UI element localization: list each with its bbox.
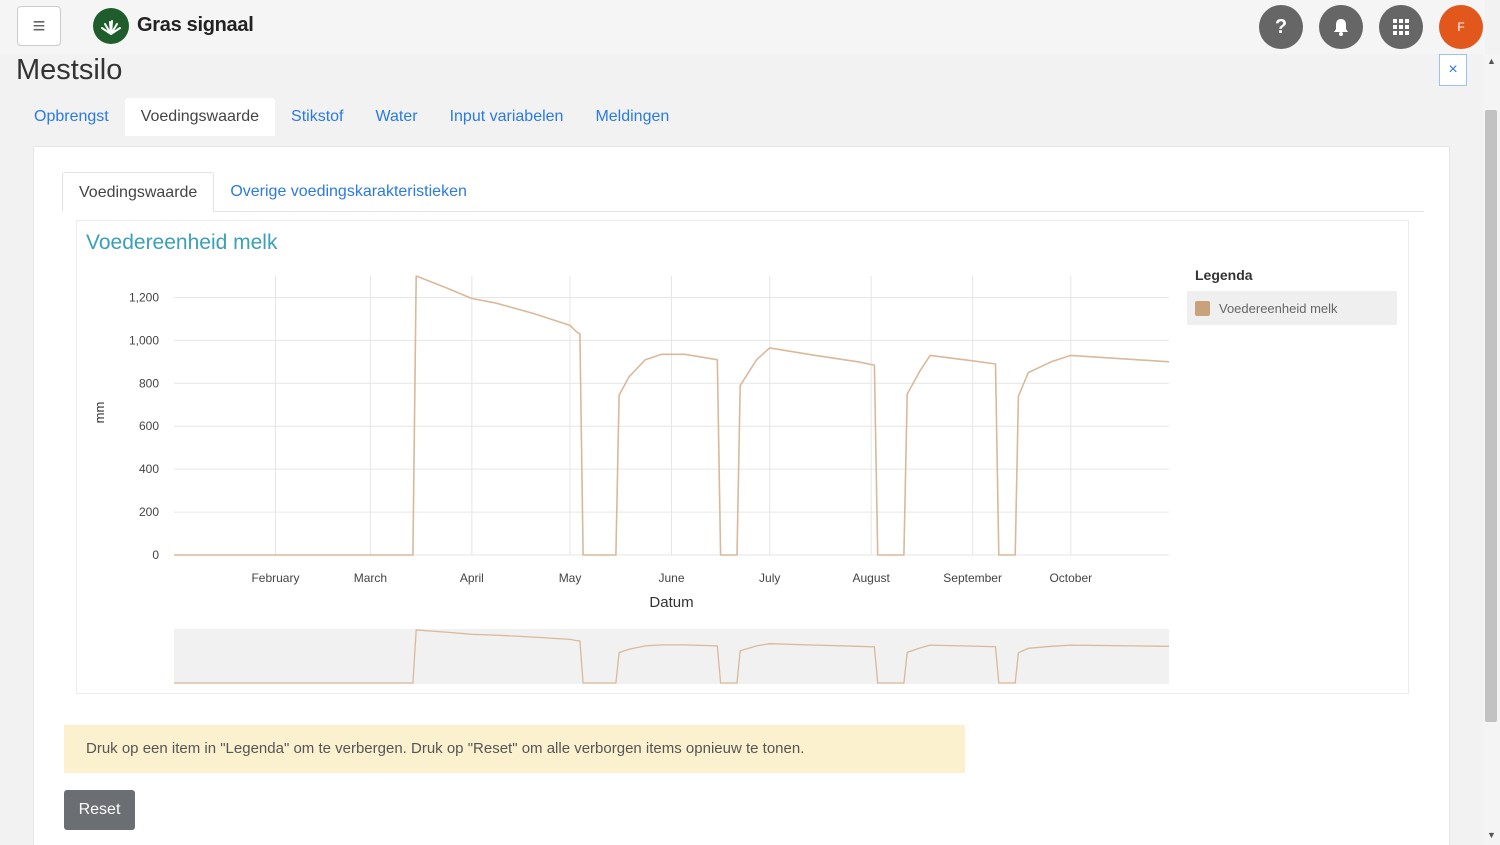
tab-water[interactable]: Water — [360, 98, 434, 136]
grid-icon — [1393, 19, 1409, 35]
tab-meldingen[interactable]: Meldingen — [579, 98, 685, 136]
y-tick-label: 800 — [139, 376, 159, 390]
legend-item-label: Voedereenheid melk — [1219, 300, 1338, 316]
y-axis-label: mm — [92, 402, 107, 424]
x-tick-label: June — [658, 571, 684, 585]
avatar-initial: F — [1457, 20, 1465, 34]
y-tick-label: 0 — [152, 548, 159, 562]
help-button[interactable]: ? — [1259, 5, 1303, 49]
apps-button[interactable] — [1379, 5, 1423, 49]
line-chart[interactable]: 0 200 400 600 800 1,000 1,200 February March Apri… — [77, 221, 1177, 695]
user-avatar[interactable]: F — [1439, 5, 1483, 49]
x-tick-label: August — [852, 571, 890, 585]
tab-voedingswaarde[interactable]: Voedingswaarde — [124, 98, 276, 136]
x-tick-label: April — [460, 571, 484, 585]
close-button[interactable]: × — [1439, 54, 1467, 86]
scrollbar-thumb[interactable] — [1485, 110, 1497, 722]
legend-item-voedereenheid-melk[interactable]: Voedereenheid melk — [1187, 291, 1397, 325]
chart-container: Voedereenheid melk 0 200 400 600 800 1,000 1,2… — [76, 220, 1409, 694]
y-tick-label: 600 — [139, 419, 159, 433]
app-title: Gras signaal — [137, 14, 254, 36]
legend: Legenda Voedereenheid melk — [1187, 267, 1397, 325]
y-tick-label: 1,000 — [129, 333, 159, 347]
notifications-button[interactable] — [1319, 5, 1363, 49]
hamburger-icon: ≡ — [32, 13, 46, 38]
tab-opbrengst[interactable]: Opbrengst — [18, 98, 125, 136]
subtab-overige-voedingskarakteristieken[interactable]: Overige voedingskarakteristieken — [214, 172, 483, 212]
navigator-background — [174, 629, 1169, 684]
menu-button[interactable]: ≡ — [17, 6, 61, 46]
tab-input-variabelen[interactable]: Input variabelen — [434, 98, 580, 136]
y-tick-label: 1,200 — [129, 290, 159, 304]
x-tick-label: September — [943, 571, 1002, 585]
question-icon: ? — [1274, 15, 1288, 38]
top-bar: ≡ Gras signaal ? F — [0, 0, 1485, 54]
legend-swatch — [1195, 300, 1210, 316]
info-notice: Druk op een item in "Legenda" om te verb… — [64, 725, 965, 773]
x-tick-label: July — [759, 571, 780, 585]
bell-icon — [1334, 19, 1348, 36]
tab-stikstof[interactable]: Stikstof — [275, 98, 359, 136]
subtab-voedingswaarde[interactable]: Voedingswaarde — [62, 172, 215, 212]
page-title: Mestsilo — [16, 54, 123, 86]
close-icon: × — [1448, 61, 1458, 78]
scroll-up-icon[interactable]: ▲ — [1483, 56, 1500, 66]
main-tabs: Opbrengst Voedingswaarde Stikstof Water … — [18, 98, 685, 136]
y-tick-label: 400 — [139, 462, 159, 476]
x-tick-label: March — [354, 571, 387, 585]
grass-logo-icon — [93, 8, 129, 44]
x-tick-label: May — [559, 571, 582, 585]
sub-tabs: Voedingswaarde Overige voedingskarakteri… — [62, 172, 1424, 212]
legend-title: Legenda — [1195, 267, 1253, 283]
reset-button[interactable]: Reset — [64, 790, 135, 830]
x-axis-label: Datum — [649, 594, 693, 611]
x-tick-label: October — [1049, 571, 1092, 585]
y-tick-label: 200 — [139, 505, 159, 519]
scroll-down-icon[interactable]: ▼ — [1483, 830, 1500, 840]
x-tick-label: February — [251, 571, 299, 585]
content-panel: Voedingswaarde Overige voedingskarakteri… — [33, 146, 1450, 845]
